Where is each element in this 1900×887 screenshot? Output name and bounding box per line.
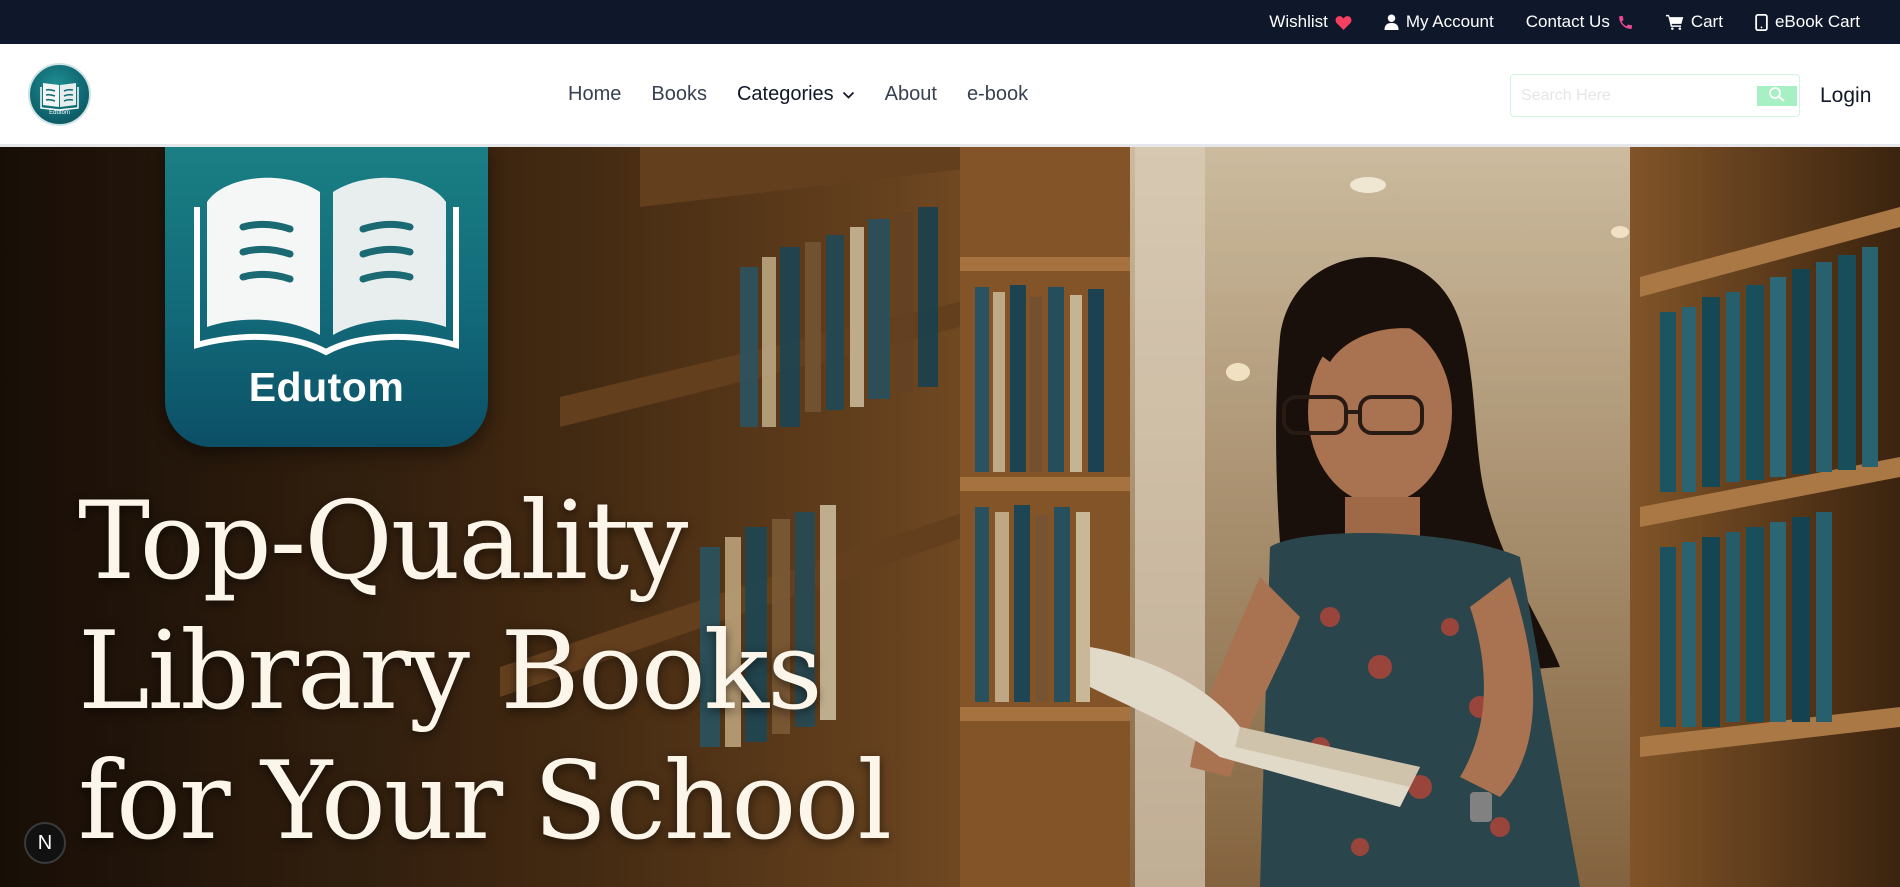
cart-label: Cart xyxy=(1690,12,1723,31)
nav-categories-label: Categories xyxy=(736,82,834,105)
top-utility-bar: Wishlist My Account Contact Us Cart eBoo… xyxy=(0,0,1900,44)
search-input[interactable] xyxy=(1521,82,1731,110)
user-icon xyxy=(1384,14,1399,30)
main-header: Edutom Home Books Categories About e-boo… xyxy=(0,44,1900,147)
search-box xyxy=(1510,74,1800,117)
headline-line-1: Top-Quality xyxy=(78,479,688,604)
ebook-cart-label: eBook Cart xyxy=(1774,12,1860,31)
search-icon xyxy=(1768,86,1786,107)
contact-us-label: Contact Us xyxy=(1525,12,1610,31)
tablet-icon xyxy=(1755,13,1768,31)
hero-brand-logo: Edutom xyxy=(165,147,488,447)
main-nav: Home Books Categories About e-book xyxy=(568,44,1028,144)
nav-books[interactable]: Books xyxy=(651,83,707,106)
open-book-icon xyxy=(194,177,459,356)
wishlist-link[interactable]: Wishlist xyxy=(1269,12,1352,32)
heart-icon xyxy=(1335,15,1352,30)
headline-line-3: for Your School xyxy=(78,739,892,864)
logo-text: Edutom xyxy=(49,110,70,116)
hero-banner: Edutom Top-Quality Library Books for You… xyxy=(0,147,1900,887)
nav-ebook[interactable]: e-book xyxy=(967,83,1028,106)
cart-link[interactable]: Cart xyxy=(1665,12,1723,32)
site-logo[interactable]: Edutom xyxy=(28,63,91,126)
search-button[interactable] xyxy=(1757,86,1797,106)
headline-line-2: Library Books xyxy=(78,609,823,734)
nav-about[interactable]: About xyxy=(885,83,937,106)
my-account-label: My Account xyxy=(1405,12,1494,31)
cart-icon xyxy=(1665,14,1684,30)
chevron-down-icon xyxy=(842,83,855,106)
phone-icon xyxy=(1617,14,1634,31)
floating-n-badge[interactable]: N xyxy=(24,822,66,864)
nav-home[interactable]: Home xyxy=(568,83,621,106)
ebook-cart-link[interactable]: eBook Cart xyxy=(1755,12,1860,32)
wishlist-label: Wishlist xyxy=(1269,12,1328,31)
hero-headline: Top-Quality Library Books for Your Schoo… xyxy=(78,477,892,867)
nav-categories[interactable]: Categories xyxy=(737,83,855,106)
login-link[interactable]: Login xyxy=(1820,74,1871,117)
contact-us-link[interactable]: Contact Us xyxy=(1526,12,1634,32)
hero-brand-name: Edutom xyxy=(248,364,405,410)
my-account-link[interactable]: My Account xyxy=(1384,12,1494,32)
